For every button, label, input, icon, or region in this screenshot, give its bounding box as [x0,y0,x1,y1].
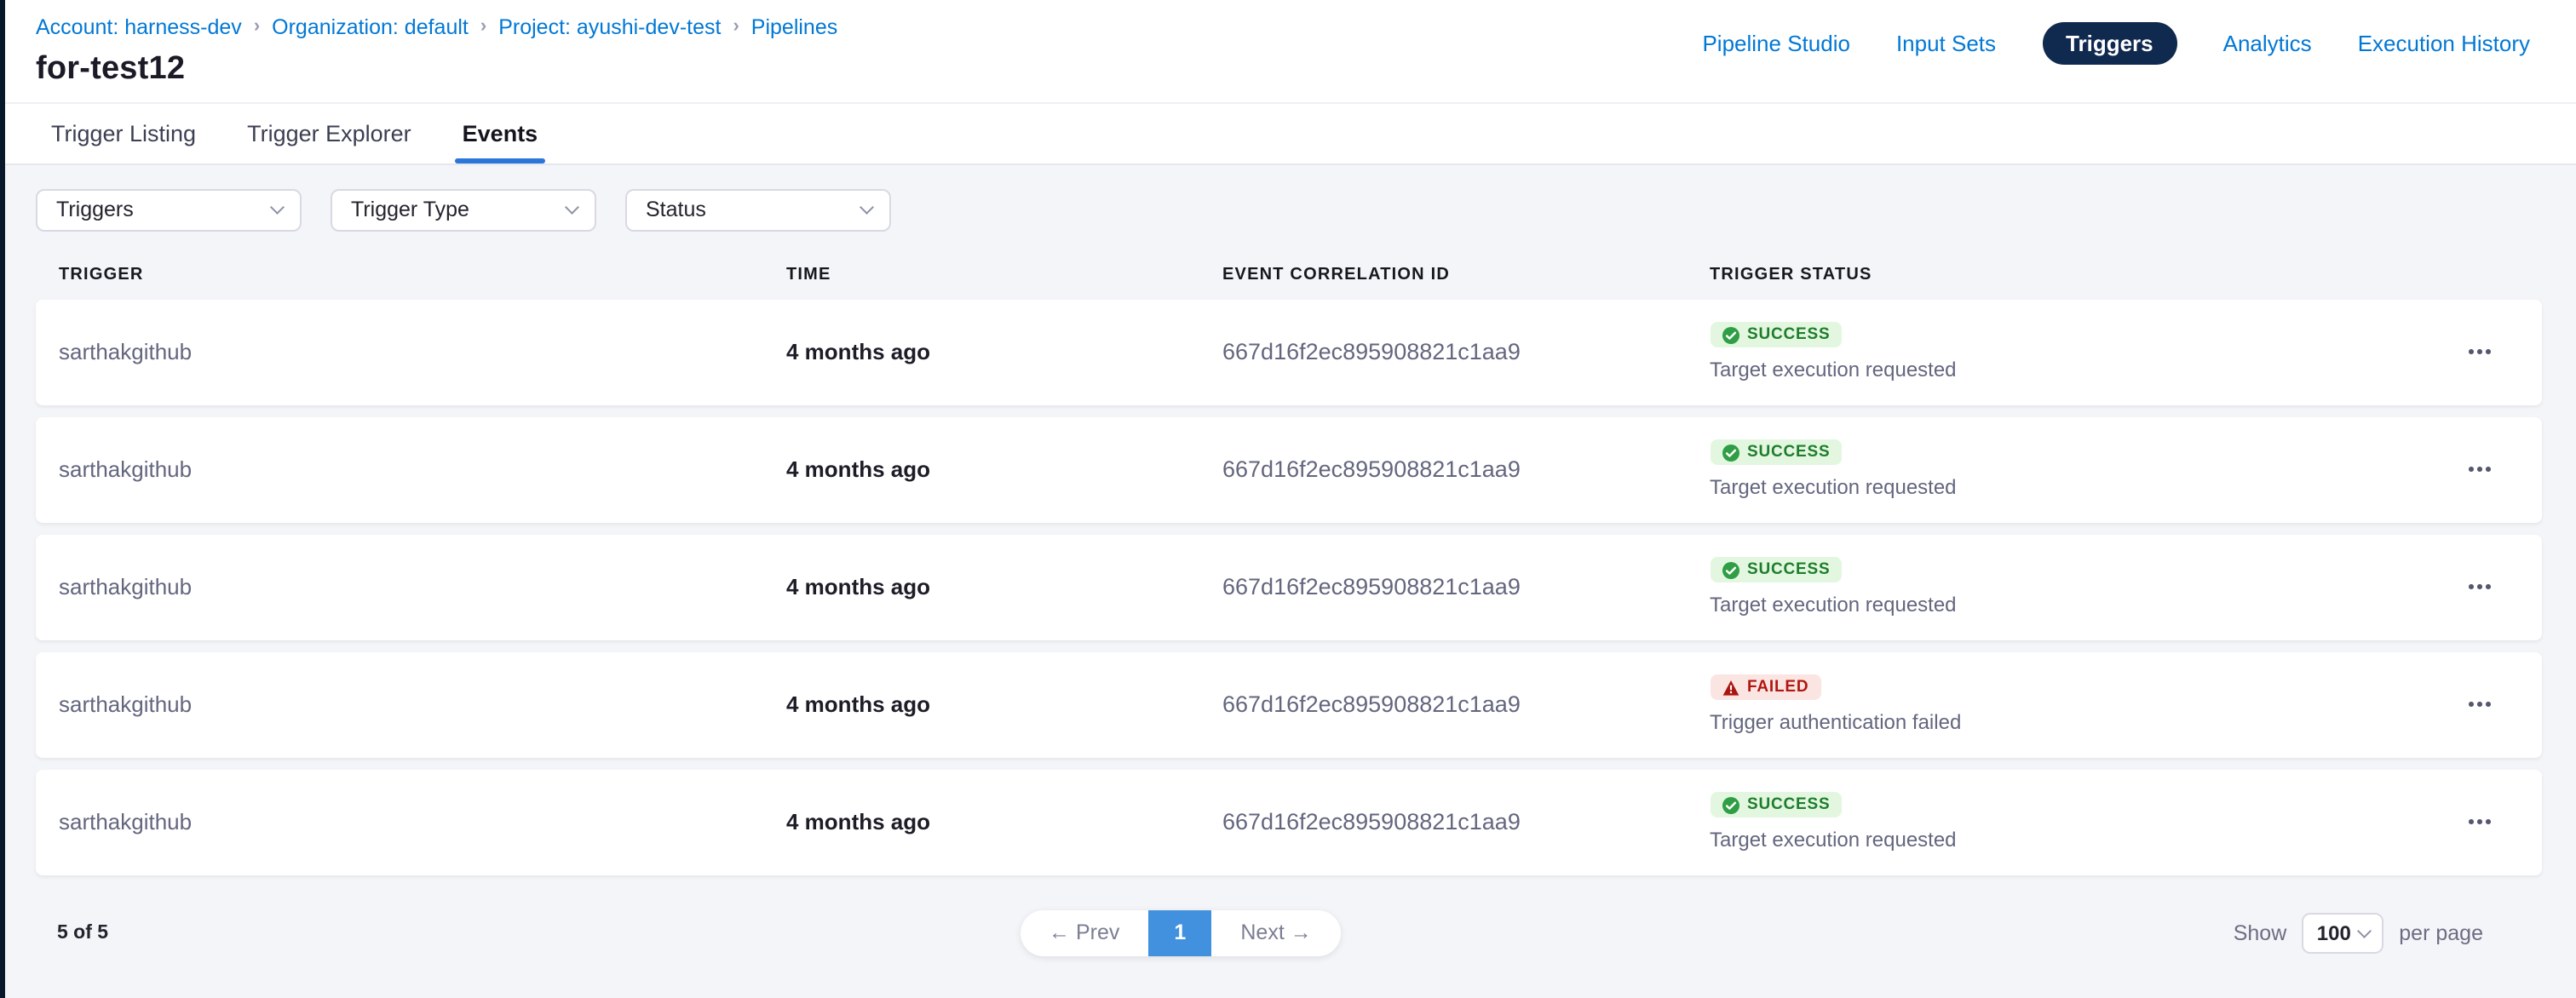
table-row[interactable]: sarthakgithub 4 months ago 667d16f2ec895… [35,416,2541,522]
triggers-events-page: Account: harness-dev › Organization: def… [0,0,2576,998]
next-page-button[interactable]: Next → [1211,921,1340,944]
status-badge: SUCCESS [1710,439,1842,465]
warning-triangle-icon [1722,679,1739,696]
event-time: 4 months ago [786,574,1222,599]
nav-triggers-active[interactable]: Triggers [2042,22,2177,65]
row-menu-button[interactable] [2439,651,2521,757]
chevron-right-icon: › [733,18,739,37]
trigger-status-cell: SUCCESS Target execution requested [1710,557,2439,617]
status-detail: Trigger authentication failed [1710,710,2439,734]
page-size-dropdown[interactable]: 100 [2302,912,2383,953]
table-row[interactable]: sarthakgithub 4 months ago 667d16f2ec895… [35,534,2541,640]
table-header-row: TRIGGER TIME EVENT CORRELATION ID TRIGGE… [35,231,2541,299]
triggers-filter-dropdown[interactable]: Triggers [36,188,302,231]
breadcrumb-project-link[interactable]: Project: ayushi-dev-test [498,17,721,38]
pipeline-top-nav: Pipeline Studio Input Sets Triggers Anal… [1702,22,2530,65]
page-size-control: Show 100 per page [2234,912,2483,953]
events-table: TRIGGER TIME EVENT CORRELATION ID TRIGGE… [35,231,2541,875]
prev-page-button[interactable]: ← Prev [1020,921,1148,944]
status-filter-dropdown[interactable]: Status [625,188,891,231]
status-label: FAILED [1747,678,1808,697]
check-circle-icon [1722,326,1739,343]
check-circle-icon [1722,796,1739,813]
trigger-type-filter-dropdown[interactable]: Trigger Type [331,188,596,231]
status-filter-label: Status [646,198,706,221]
table-row[interactable]: sarthakgithub 4 months ago 667d16f2ec895… [35,769,2541,875]
pagination-footer: 5 of 5 ← Prev 1 Next → Show 100 per page [35,886,2541,978]
status-badge: SUCCESS [1710,322,1842,347]
row-menu-button[interactable] [2439,416,2521,522]
nav-execution-history[interactable]: Execution History [2358,31,2530,56]
event-correlation-id: 667d16f2ec895908821c1aa9 [1222,809,1710,835]
event-correlation-id: 667d16f2ec895908821c1aa9 [1222,339,1710,364]
event-time: 4 months ago [786,456,1222,482]
status-label: SUCCESS [1747,443,1830,462]
row-menu-button[interactable] [2439,769,2521,875]
col-header-time: TIME [786,265,1222,284]
pager: ← Prev 1 Next → [1020,909,1341,955]
status-badge: SUCCESS [1710,557,1842,582]
page-header: Account: harness-dev › Organization: def… [0,0,2576,101]
status-badge: FAILED [1710,674,1820,700]
row-menu-button[interactable] [2439,534,2521,640]
nav-input-sets[interactable]: Input Sets [1896,31,1996,56]
trigger-type-filter-label: Trigger Type [351,198,469,221]
event-correlation-id: 667d16f2ec895908821c1aa9 [1222,574,1710,599]
chevron-down-icon [565,200,578,214]
chevron-right-icon: › [254,18,260,37]
tab-trigger-explorer[interactable]: Trigger Explorer [244,103,415,163]
status-detail: Target execution requested [1710,358,2439,381]
trigger-name[interactable]: sarthakgithub [59,574,786,599]
show-label: Show [2234,921,2287,944]
per-page-label: per page [2399,921,2483,944]
event-correlation-id: 667d16f2ec895908821c1aa9 [1222,691,1710,717]
col-header-trigger: TRIGGER [59,265,786,284]
trigger-name[interactable]: sarthakgithub [59,691,786,717]
chevron-right-icon: › [480,18,486,37]
trigger-status-cell: FAILED Trigger authentication failed [1710,674,2439,734]
breadcrumb-organization-link[interactable]: Organization: default [272,17,469,38]
chevron-down-icon [270,200,284,214]
trigger-status-cell: SUCCESS Target execution requested [1710,792,2439,852]
status-badge: SUCCESS [1710,792,1842,817]
tab-events[interactable]: Events [459,103,542,163]
check-circle-icon [1722,444,1739,461]
nav-pipeline-studio[interactable]: Pipeline Studio [1702,31,1849,56]
table-row[interactable]: sarthakgithub 4 months ago 667d16f2ec895… [35,651,2541,757]
collapsed-sidenav-edge [0,0,5,998]
event-correlation-id: 667d16f2ec895908821c1aa9 [1222,456,1710,482]
status-detail: Target execution requested [1710,475,2439,499]
result-count: 5 of 5 [57,922,108,943]
row-menu-button[interactable] [2439,299,2521,404]
trigger-name[interactable]: sarthakgithub [59,339,786,364]
chevron-down-icon [860,200,873,214]
breadcrumb-account-link[interactable]: Account: harness-dev [36,17,242,38]
event-time: 4 months ago [786,691,1222,717]
trigger-status-cell: SUCCESS Target execution requested [1710,322,2439,381]
col-header-trigger-status: TRIGGER STATUS [1710,265,2439,284]
table-row[interactable]: sarthakgithub 4 months ago 667d16f2ec895… [35,299,2541,404]
tab-trigger-listing[interactable]: Trigger Listing [48,103,199,163]
page-size-value: 100 [2317,921,2351,944]
filters-row: Triggers Trigger Type Status [36,188,2576,231]
breadcrumb-pipelines-link[interactable]: Pipelines [751,17,837,38]
table-body: sarthakgithub 4 months ago 667d16f2ec895… [35,299,2541,875]
status-label: SUCCESS [1747,325,1830,344]
nav-analytics[interactable]: Analytics [2223,31,2312,56]
check-circle-icon [1722,561,1739,578]
trigger-tabs: Trigger Listing Trigger Explorer Events [0,101,2576,164]
chevron-down-icon [2358,923,2372,937]
status-detail: Target execution requested [1710,828,2439,852]
event-time: 4 months ago [786,809,1222,835]
event-time: 4 months ago [786,339,1222,364]
trigger-status-cell: SUCCESS Target execution requested [1710,439,2439,499]
col-header-event-correlation-id: EVENT CORRELATION ID [1222,265,1710,284]
status-label: SUCCESS [1747,560,1830,579]
trigger-name[interactable]: sarthakgithub [59,456,786,482]
current-page-button[interactable]: 1 [1148,909,1211,955]
status-label: SUCCESS [1747,795,1830,814]
triggers-filter-label: Triggers [56,198,134,221]
trigger-name[interactable]: sarthakgithub [59,809,786,835]
status-detail: Target execution requested [1710,593,2439,617]
